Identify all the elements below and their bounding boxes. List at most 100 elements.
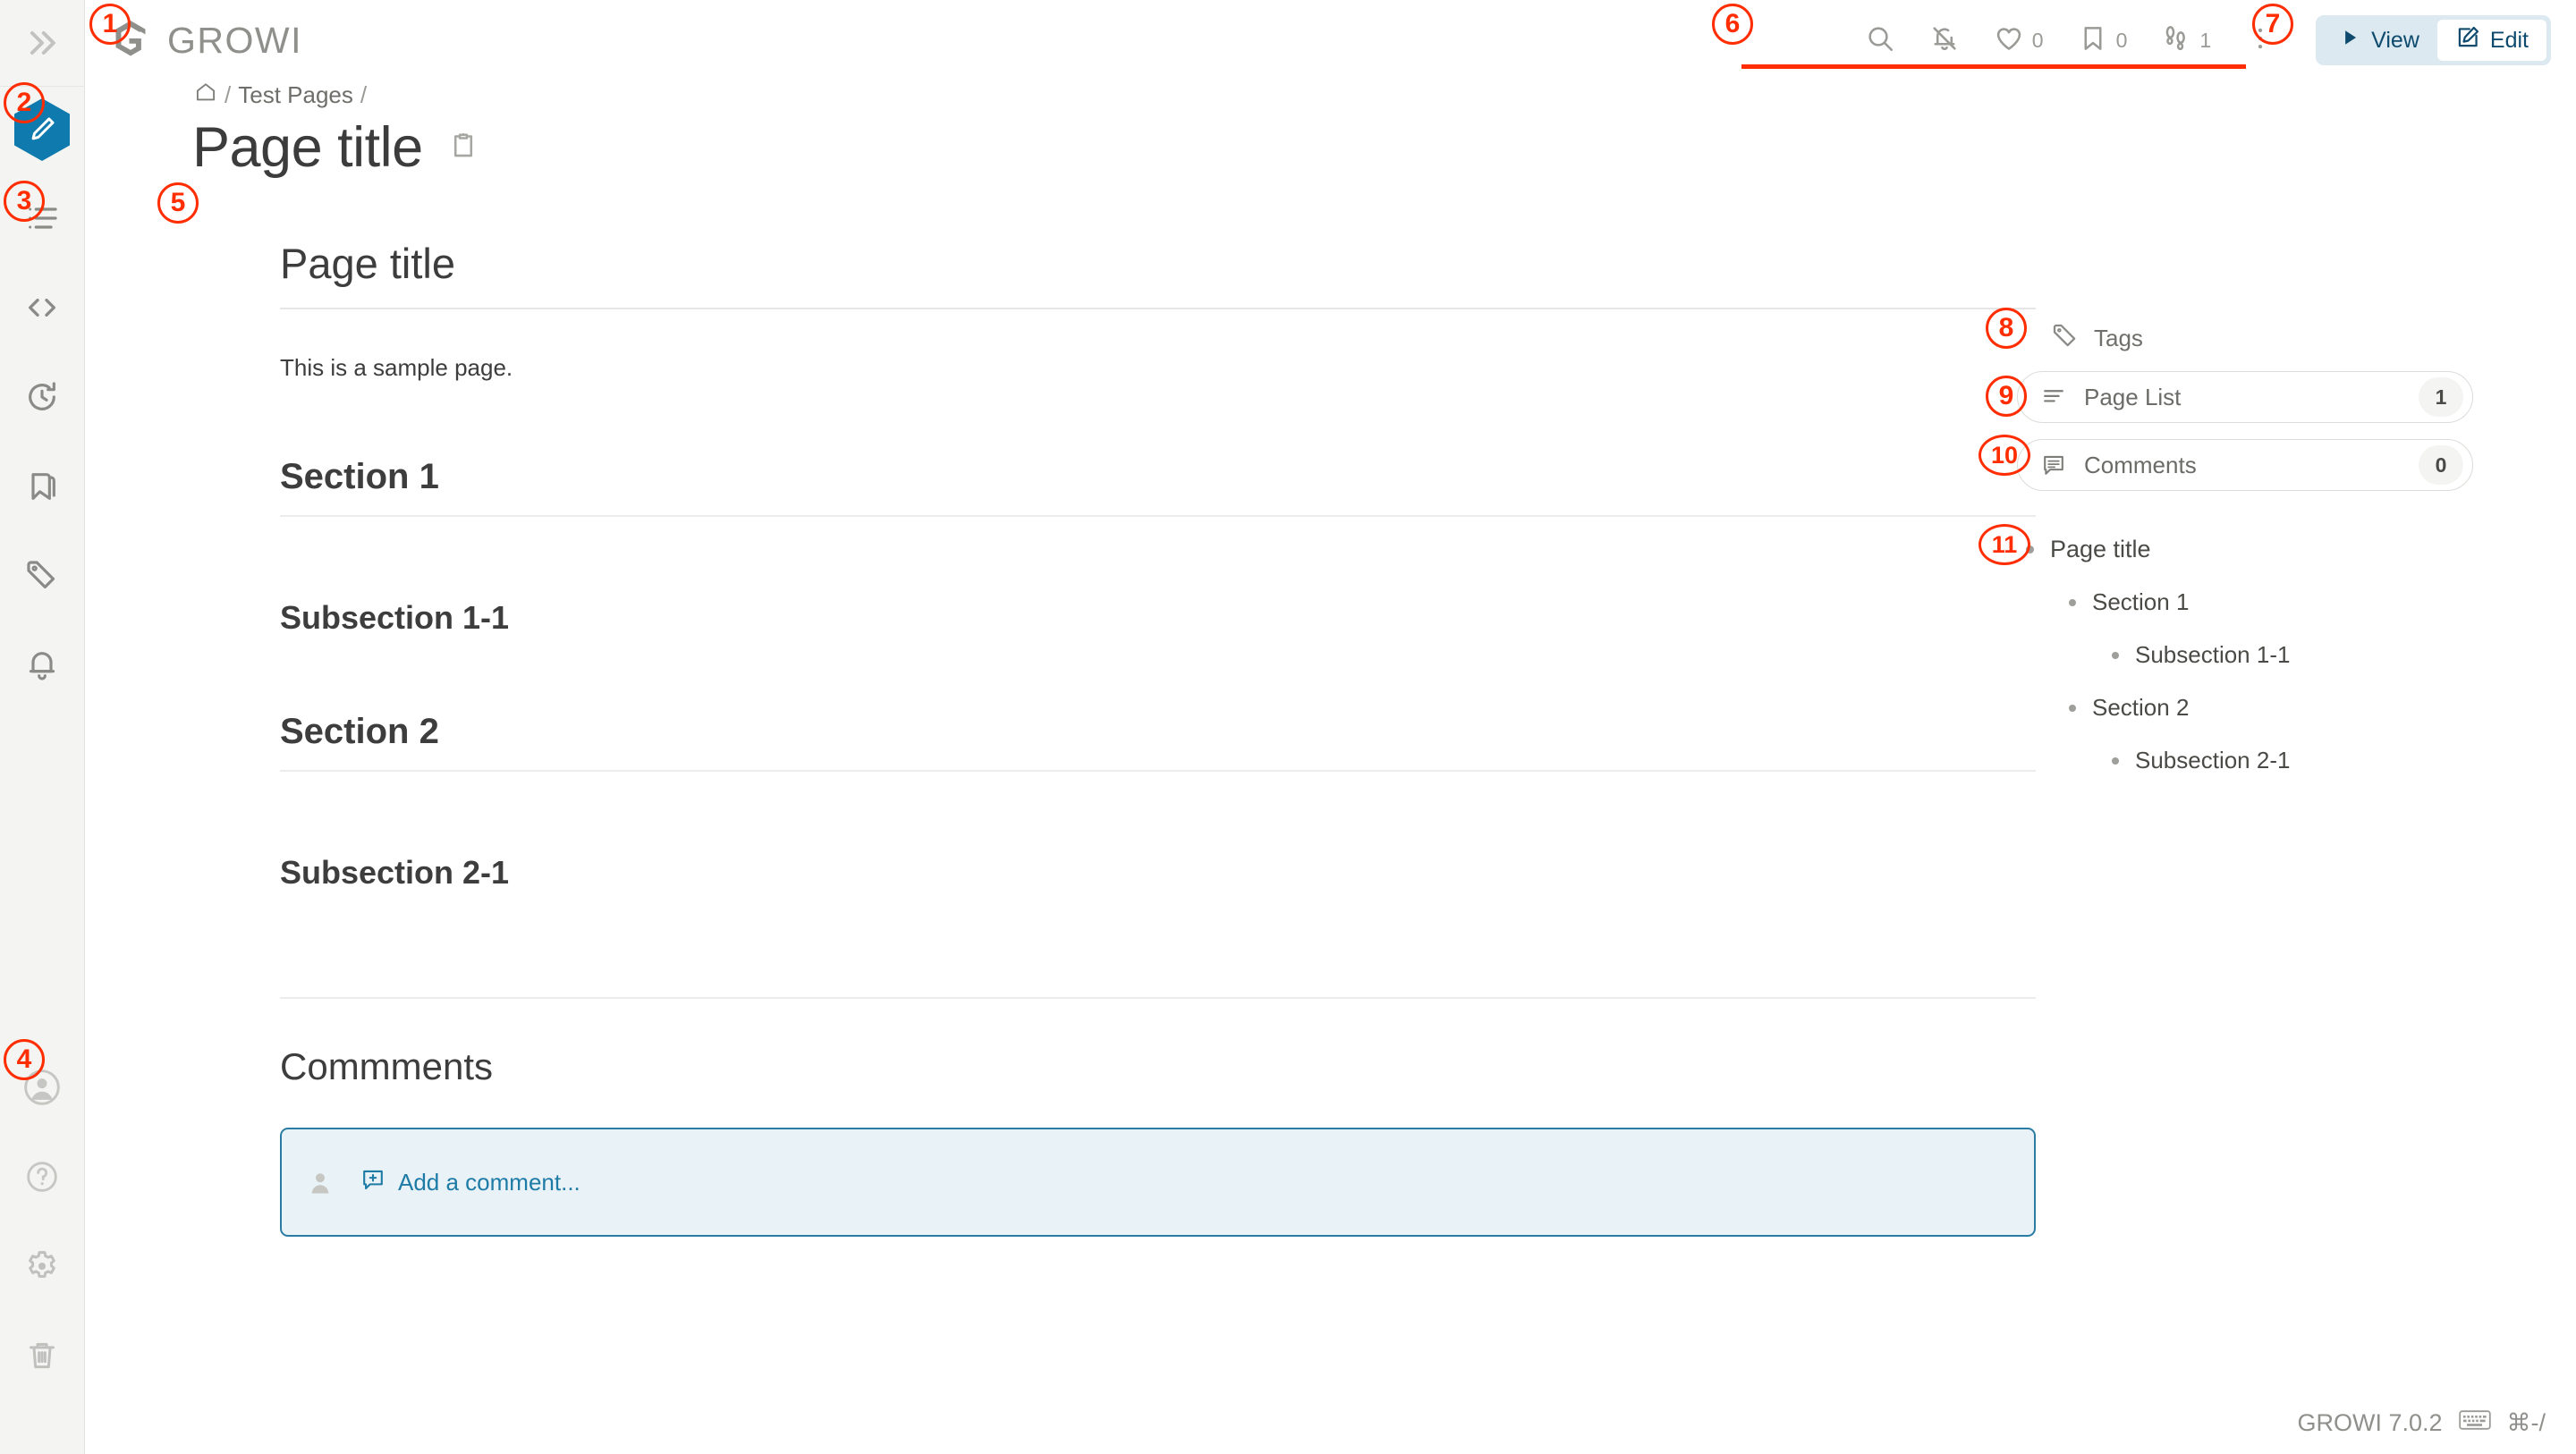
view-button-label: View — [2371, 27, 2419, 53]
breadcrumb-item-test-pages[interactable]: Test Pages — [238, 81, 353, 109]
bullet-icon — [2069, 598, 2076, 606]
comment-plus-icon — [360, 1167, 386, 1198]
keyboard-icon[interactable] — [2458, 1408, 2491, 1438]
toc-item-label: Section 2 — [2092, 694, 2190, 721]
main-column: / Test Pages / Page title Page title Thi… — [85, 80, 2036, 1237]
comments-button[interactable]: Comments 0 — [2017, 439, 2473, 491]
seen-by-button[interactable]: 1 — [2144, 13, 2228, 67]
doc-paragraph: This is a sample page. — [280, 354, 513, 381]
sidebar-item-notifications[interactable] — [0, 621, 85, 710]
annotation-marker-1: 1 — [89, 4, 131, 45]
heart-icon — [1994, 23, 2024, 58]
annotation-marker-3: 3 — [4, 181, 45, 222]
footprints-icon — [2161, 23, 2191, 58]
chevron-double-right-icon — [22, 23, 62, 63]
breadcrumb-trailing-separator: / — [360, 81, 368, 108]
page-title-row: Page title — [85, 115, 1874, 180]
view-edit-toggle: View Edit — [2316, 15, 2551, 65]
trash-bin-icon — [24, 1338, 60, 1374]
search-button[interactable] — [1848, 13, 1912, 67]
sidebar-item-tags[interactable] — [0, 531, 85, 621]
bookmark-icon — [2078, 23, 2108, 58]
doc-heading-1: Page title — [280, 239, 2036, 309]
doc-section-2: Section 2 — [280, 712, 2036, 772]
bullet-icon — [2112, 651, 2119, 659]
home-icon[interactable] — [194, 80, 217, 110]
sidebar-item-help[interactable] — [0, 1132, 85, 1222]
sidebar-item-admin-settings[interactable] — [0, 1222, 85, 1311]
toc-item-label: Page title — [2050, 536, 2151, 562]
toc-item[interactable]: Section 1 — [2069, 588, 2554, 616]
annotation-marker-4: 4 — [4, 1039, 45, 1080]
footer: GROWI 7.0.2 ⌘-/ — [2297, 1408, 2546, 1438]
page-title: Page title — [192, 116, 423, 179]
add-comment-placeholder-row: Add a comment... — [360, 1167, 580, 1198]
recent-history-clock-icon — [24, 379, 60, 415]
play-triangle-icon — [2338, 26, 2361, 55]
tags-label: Tags — [2094, 325, 2143, 351]
clipboard-copy-icon[interactable] — [448, 131, 479, 165]
pencil-square-icon — [2455, 25, 2480, 56]
seen-by-count: 1 — [2199, 28, 2212, 52]
toc-item[interactable]: Subsection 1-1 — [2112, 641, 2554, 669]
like-count: 0 — [2031, 28, 2044, 52]
annotation-marker-8: 8 — [1986, 308, 2027, 349]
right-side-panel: Tags Page List 1 Comments 0 Page title S… — [2017, 322, 2554, 799]
breadcrumb: / Test Pages / — [85, 80, 1874, 110]
code-angle-brackets-icon — [24, 290, 60, 325]
bell-notification-icon — [24, 647, 60, 683]
annotation-underline-toolbar — [1741, 64, 2246, 69]
annotation-marker-11: 11 — [1979, 524, 2030, 565]
edit-button[interactable]: Edit — [2436, 20, 2546, 61]
bookmark-button[interactable]: 0 — [2061, 13, 2145, 67]
annotation-marker-7: 7 — [2252, 4, 2293, 45]
doc-subsection-1-1: Subsection 1-1 — [280, 599, 510, 636]
add-comment-label: Add a comment... — [398, 1168, 580, 1196]
toc-item-label: Subsection 1-1 — [2135, 641, 2291, 668]
doc-section-1: Section 1 — [280, 457, 2036, 517]
tags-section[interactable]: Tags — [2017, 322, 2554, 355]
bookmark-icon — [24, 469, 60, 504]
rail-bottom-group — [0, 1043, 85, 1454]
toc-item[interactable]: Page title — [2026, 536, 2554, 563]
add-comment-box[interactable]: Add a comment... — [280, 1128, 2036, 1237]
bullet-icon — [2112, 757, 2119, 765]
toc-item-label: Section 1 — [2092, 588, 2190, 615]
edit-button-label: Edit — [2489, 27, 2529, 53]
annotation-marker-9: 9 — [1986, 376, 2027, 417]
sidebar-expand-button[interactable] — [0, 0, 85, 86]
sidebar-item-custom-sidebar[interactable] — [0, 263, 85, 352]
search-icon — [1865, 23, 1895, 58]
bullet-icon — [2069, 704, 2076, 712]
toc-item[interactable]: Section 2 — [2069, 694, 2554, 722]
annotation-marker-6: 6 — [1712, 4, 1753, 45]
annotation-marker-5: 5 — [157, 182, 199, 224]
document-body: Page title This is a sample page. Sectio… — [85, 239, 2036, 1237]
user-avatar-icon — [307, 1169, 334, 1196]
breadcrumb-separator: / — [225, 81, 232, 108]
brand-name: GROWI — [167, 19, 302, 61]
list-lines-icon — [2041, 385, 2072, 410]
toc-item[interactable]: Subsection 2-1 — [2112, 747, 2554, 774]
page-list-button[interactable]: Page List 1 — [2017, 371, 2473, 423]
table-of-contents: Page title Section 1 Subsection 1-1 Sect… — [2017, 536, 2554, 774]
content-divider — [280, 997, 2036, 999]
unsubscribe-button[interactable] — [1912, 13, 1977, 67]
sidebar-item-recent[interactable] — [0, 352, 85, 442]
tag-icon — [24, 558, 60, 594]
bell-off-icon — [1929, 23, 1960, 58]
toc-item-label: Subsection 2-1 — [2135, 747, 2291, 773]
view-button[interactable]: View — [2320, 20, 2437, 61]
top-bar-actions: 0 0 1 View Edit — [1848, 13, 2576, 67]
like-button[interactable]: 0 — [1977, 13, 2061, 67]
comments-heading: Commments — [280, 1045, 494, 1087]
question-help-icon — [24, 1159, 60, 1195]
sidebar-item-bookmarks[interactable] — [0, 442, 85, 531]
sidebar-item-trash[interactable] — [0, 1311, 85, 1400]
annotation-marker-10: 10 — [1979, 435, 2030, 476]
comments-label: Comments — [2084, 451, 2197, 478]
annotation-marker-2: 2 — [4, 82, 45, 123]
comments-count: 0 — [2419, 445, 2463, 485]
page-list-label: Page List — [2084, 383, 2182, 410]
page-list-count: 1 — [2419, 377, 2463, 417]
